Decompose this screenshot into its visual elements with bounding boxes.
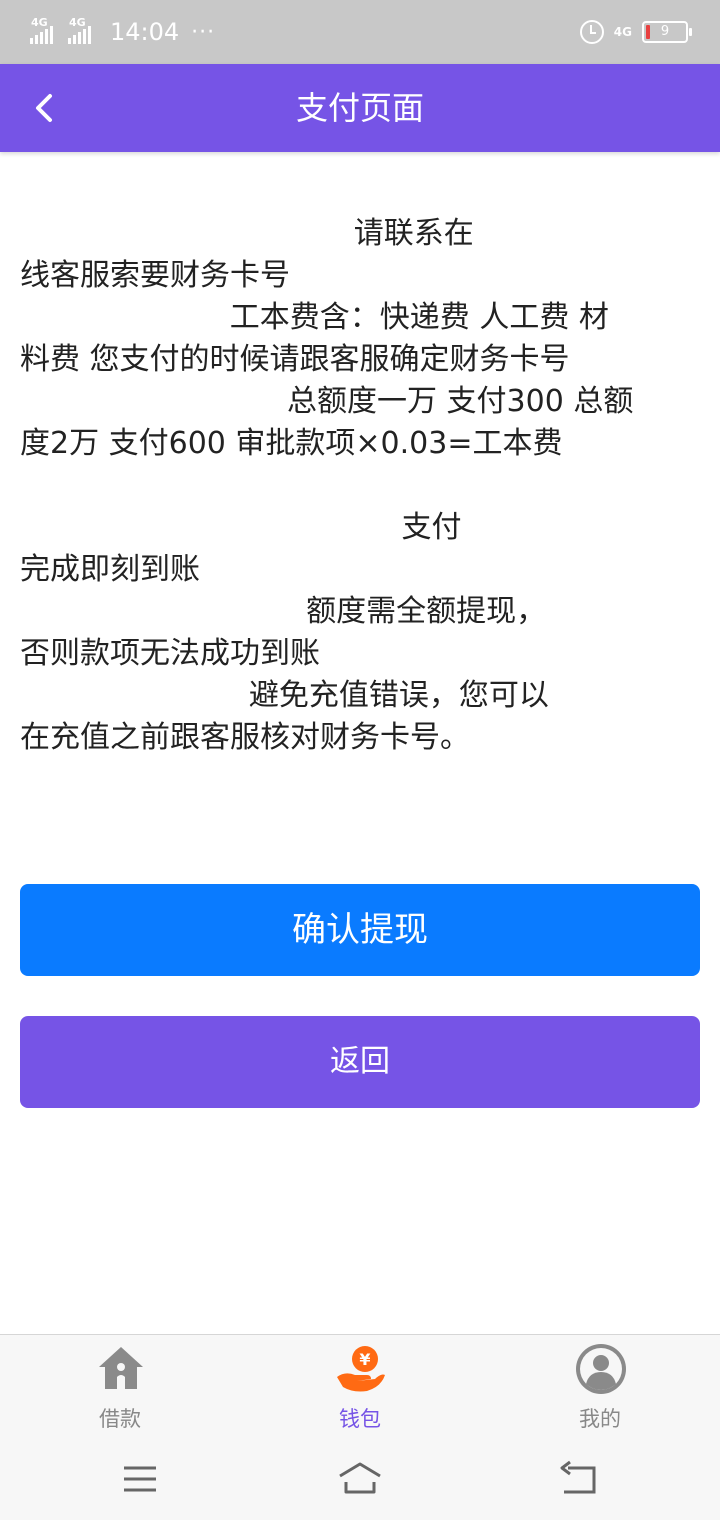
menu-icon [124,1466,156,1492]
notice-line: 否则款项无法成功到账 [20,636,320,671]
notice-line [20,465,700,507]
tab-loan[interactable]: 借款 [0,1335,240,1445]
tab-mine[interactable]: 我的 [480,1335,720,1445]
notice-line: 度2万 支付600 审批款项×0.03=工本费 [20,426,563,461]
notice-line: 支付 [20,510,462,545]
battery-icon: 9 [642,21,692,43]
confirm-withdraw-button[interactable]: 确认提现 [20,884,700,976]
page-title: 支付页面 [295,89,424,127]
back-arrow-icon [560,1460,596,1494]
status-right: 4G 9 [579,16,692,48]
notice-line: 避免充值错误，您可以 [20,678,549,713]
signal-icon: 4G [30,16,62,46]
signal-icon: 4G [68,16,100,46]
house-icon [99,1347,143,1389]
notice-line: 总额度一万 支付300 总额 [20,384,634,419]
notice-line: 在充值之前跟客服核对财务卡号。 [20,720,470,755]
tab-label: 借款 [99,1407,141,1431]
status-bar: 4G 4G 14:04 ··· 4G 9 [0,0,720,64]
menu-button[interactable] [116,1458,164,1502]
wallet-yen-icon: ¥ [337,1346,385,1392]
notice-line: 请联系在 [20,216,474,251]
tab-wallet[interactable]: ¥ 钱包 [240,1335,480,1445]
return-button[interactable]: 返回 [20,1016,700,1108]
app-header: 支付页面 [0,64,720,152]
more-notifications-icon: ··· [191,19,216,45]
notice-line: 完成即刻到账 [20,552,200,587]
home-button[interactable] [336,1458,384,1502]
home-icon [339,1462,381,1494]
system-nav-bar [0,1444,720,1520]
alarm-icon [579,20,604,44]
notice-line: 额度需全额提现， [20,594,547,629]
user-avatar-icon [576,1344,626,1394]
tab-label: 我的 [579,1407,621,1431]
bottom-tab-bar: 借款 ¥ 钱包 我的 [0,1334,720,1445]
battery-level: 9 [660,24,670,39]
notice-line: 料费 您支付的时候请跟客服确定财务卡号 [20,342,570,377]
svg-text:¥: ¥ [359,1350,370,1369]
payment-notice: 请联系在 线客服索要财务卡号 工本费含：快递费 人工费 材 料费 您支付的时候请… [20,213,700,759]
tab-label: 钱包 [339,1407,381,1431]
notice-line: 线客服索要财务卡号 [20,258,290,293]
network-4g-icon: 4G [613,25,632,39]
notice-line: 工本费含：快递费 人工费 材 [20,300,609,335]
system-back-button[interactable] [556,1458,604,1502]
status-left: 4G 4G 14:04 ··· [30,14,215,50]
status-time: 14:04 [110,18,180,46]
